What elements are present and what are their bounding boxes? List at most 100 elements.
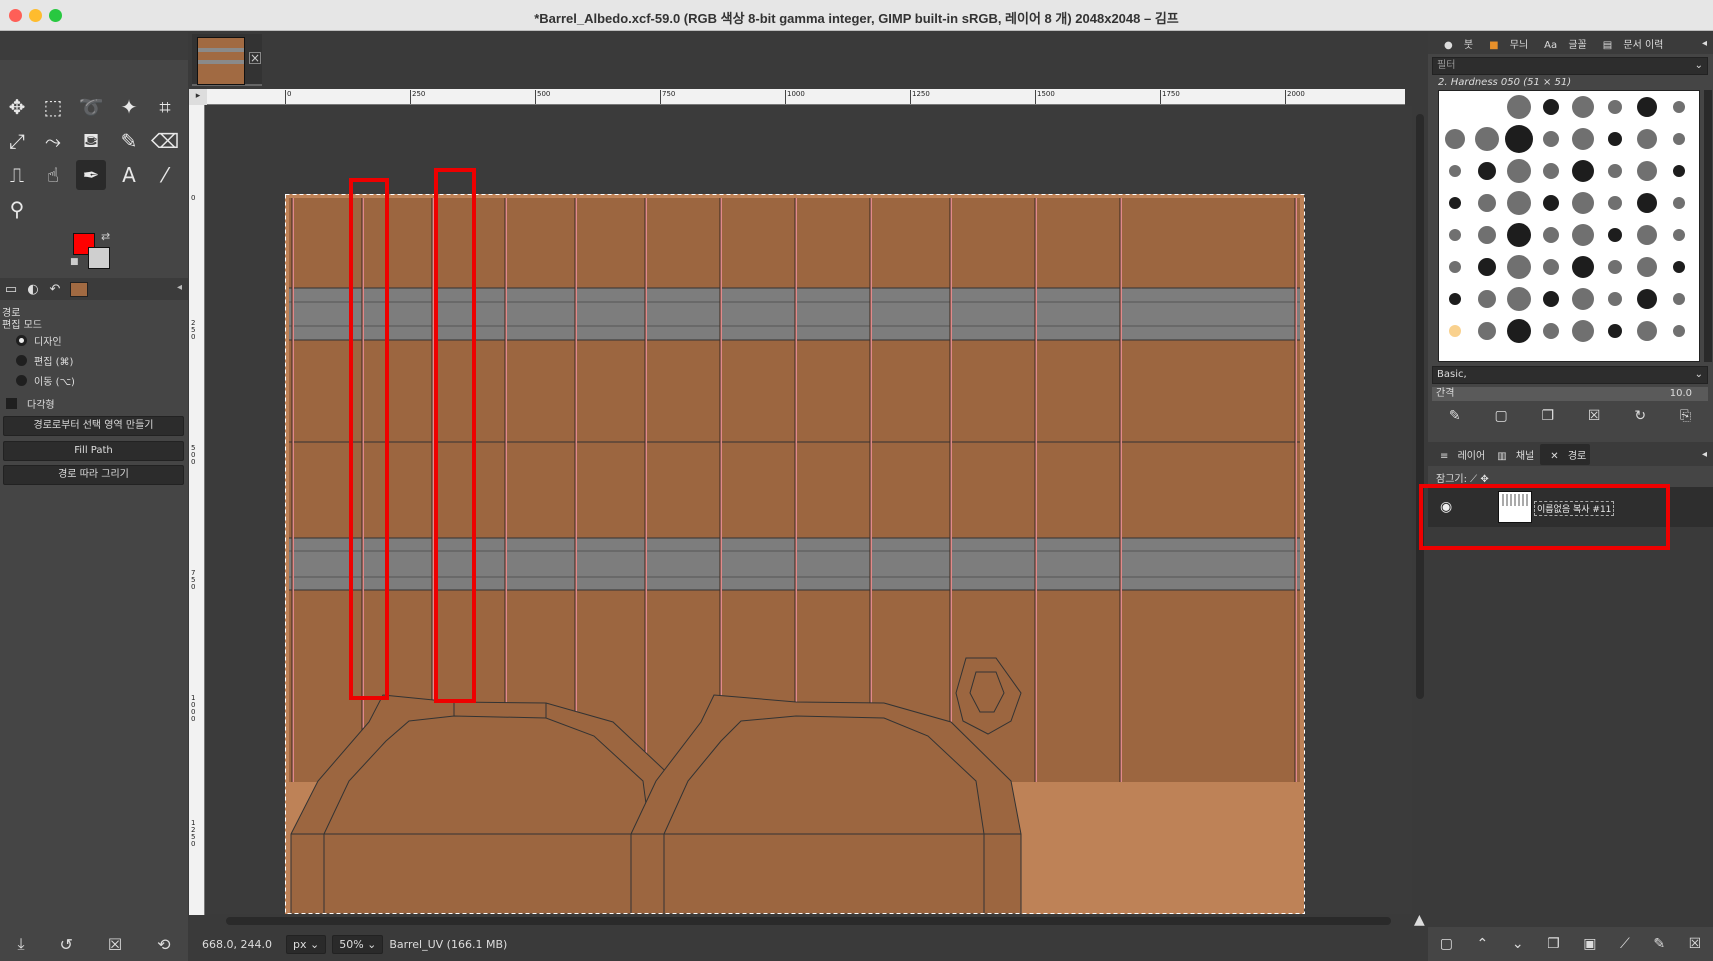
swap-colors-icon[interactable]: ⇄: [101, 230, 110, 243]
spacing-value: 10.0: [1669, 388, 1692, 399]
quick-mask-toggle[interactable]: ▸: [189, 89, 207, 105]
restore-options-icon[interactable]: ↺: [59, 935, 72, 954]
paintbrush-icon[interactable]: ✎: [114, 126, 144, 156]
save-options-icon[interactable]: ⤓: [17, 934, 24, 954]
brush-thumbnail: [1505, 125, 1533, 153]
vertical-scroll-thumb[interactable]: [1416, 114, 1424, 699]
open-brush-icon[interactable]: ⎘: [1680, 408, 1691, 424]
horizontal-scroll-thumb[interactable]: [226, 917, 1391, 925]
spacing-label: 간격: [1436, 388, 1455, 399]
rect-select-icon[interactable]: ⬚: [38, 92, 68, 122]
horizontal-scrollbar[interactable]: [206, 914, 1414, 928]
spacing-slider[interactable]: 간격 10.0: [1432, 387, 1708, 401]
tool-options-tab-icon[interactable]: ▭: [0, 282, 22, 297]
mode-design-radio[interactable]: 디자인: [16, 333, 62, 348]
raise-path-icon[interactable]: ⌃: [1477, 936, 1489, 952]
undo-history-tab-icon[interactable]: ↶: [44, 282, 66, 297]
brush-thumbnail: [1543, 99, 1559, 115]
brush-thumbnail: [1543, 227, 1559, 243]
delete-path-icon[interactable]: ☒: [1689, 936, 1702, 952]
dock-menu-icon[interactable]: ◂: [177, 282, 182, 293]
transform-icon[interactable]: ⤢: [2, 126, 32, 156]
duplicate-path-icon[interactable]: ❐: [1547, 936, 1560, 952]
fuzzy-select-icon[interactable]: ✦: [114, 92, 144, 122]
new-brush-icon[interactable]: ▢: [1494, 408, 1507, 424]
brush-thumbnail: [1449, 229, 1461, 241]
stroke-path-button[interactable]: 경로 따라 그리기: [3, 465, 184, 485]
brush-grid-scrollbar[interactable]: [1704, 90, 1712, 362]
gimp-logo-strip: [0, 32, 188, 60]
reset-options-icon[interactable]: ⟲: [157, 935, 170, 954]
polygonal-checkbox[interactable]: 다각형: [6, 396, 55, 411]
vertical-ruler[interactable]: 0 250 500 750 1000 1250: [189, 105, 205, 915]
brush-tag-value: Basic,: [1437, 369, 1467, 380]
zoom-select[interactable]: 50% ⌄: [332, 935, 384, 954]
chevron-down-icon: ⌄: [1694, 60, 1703, 71]
tab-brushes-label: 붓: [1463, 39, 1474, 51]
selection-from-path-button[interactable]: 경로로부터 선택 영역 만들기: [3, 416, 184, 436]
brush-filter-input[interactable]: 필터 ⌄: [1432, 57, 1708, 75]
edit-brush-icon[interactable]: ✎: [1449, 408, 1461, 424]
duplicate-brush-icon[interactable]: ❐: [1542, 408, 1555, 424]
smudge-icon[interactable]: ☝: [38, 160, 68, 190]
brush-actions: ✎ ▢ ❐ ☒ ↻ ⎘: [1432, 404, 1708, 428]
delete-brush-icon[interactable]: ☒: [1588, 408, 1601, 424]
image-tab[interactable]: ×: [192, 34, 262, 86]
tab-channels[interactable]: ▥ 채널: [1491, 447, 1534, 462]
color-picker-icon[interactable]: ⁄: [150, 160, 180, 190]
ruler-tick: [1160, 90, 1161, 104]
device-status-tab-icon[interactable]: ◐: [22, 282, 44, 297]
brush-thumbnail: [1445, 129, 1465, 149]
ruler-label: 750: [191, 569, 196, 591]
background-color-swatch[interactable]: [88, 247, 110, 269]
crop-icon[interactable]: ⌗: [150, 92, 180, 122]
paths-icon: ✕: [1550, 450, 1559, 462]
path-actions: ▢ ⌃ ⌄ ❐ ▣ ⟋ ✎ ☒: [1428, 927, 1713, 961]
warp-icon[interactable]: ⤳: [38, 126, 68, 156]
tab-brushes[interactable]: ● 붓: [1436, 36, 1473, 51]
new-path-icon[interactable]: ▢: [1440, 936, 1453, 952]
dock-menu-icon[interactable]: ◂: [1702, 38, 1707, 49]
images-tab-thumbnail[interactable]: [70, 281, 88, 297]
ruler-tick: [910, 90, 911, 104]
move-tool-icon[interactable]: ✥: [2, 92, 32, 122]
paths-tool-icon[interactable]: ✒: [76, 160, 106, 190]
tab-fonts[interactable]: Aa 글꼴: [1536, 36, 1587, 51]
layers-dock-tabs: ≡ 레이어 ▥ 채널 ✕ 경로 ◂: [1428, 442, 1713, 466]
brush-thumbnail: [1572, 160, 1594, 182]
reset-colors-icon[interactable]: ■: [70, 257, 79, 267]
stroke-path-icon[interactable]: ✎: [1653, 936, 1665, 952]
lasso-icon[interactable]: ➰: [76, 92, 106, 122]
brush-grid[interactable]: [1438, 90, 1700, 362]
lower-path-icon[interactable]: ⌄: [1512, 936, 1524, 952]
tab-paths-label: 경로: [1567, 450, 1587, 462]
fill-path-button[interactable]: Fill Path: [3, 441, 184, 461]
path-to-selection-icon[interactable]: ▣: [1583, 936, 1596, 952]
unit-select[interactable]: px ⌄: [285, 935, 327, 954]
mode-edit-radio[interactable]: 편집 (⌘): [16, 353, 73, 368]
ruler-tick: [535, 90, 536, 104]
brush-thumbnail: [1673, 165, 1685, 177]
clone-icon[interactable]: ⎍: [2, 160, 32, 190]
tab-document-history[interactable]: ▤ 문서 이력: [1595, 36, 1664, 51]
close-image-icon[interactable]: ×: [249, 52, 261, 64]
navigate-icon[interactable]: ▲: [1414, 912, 1425, 928]
tab-patterns[interactable]: ■ 무늬: [1481, 36, 1528, 51]
zoom-icon[interactable]: ⚲: [2, 194, 32, 224]
tab-paths[interactable]: ✕ 경로: [1540, 443, 1591, 465]
delete-options-icon[interactable]: ☒: [108, 935, 122, 954]
text-tool-icon[interactable]: A: [114, 160, 144, 190]
selection-to-path-icon[interactable]: ⟋: [1620, 936, 1630, 952]
brush-thumbnail: [1478, 194, 1496, 212]
eraser-icon[interactable]: ⌫: [150, 126, 180, 156]
horizontal-ruler[interactable]: 0 250 500 750 1000 1250 1500 1750 2000: [207, 89, 1405, 105]
brush-tag-select[interactable]: Basic, ⌄: [1432, 366, 1708, 384]
dock-menu-icon[interactable]: ◂: [1702, 449, 1707, 460]
bucket-fill-icon[interactable]: ⛾: [76, 126, 106, 156]
ruler-tick: [1285, 90, 1286, 104]
mode-move-radio[interactable]: 이동 (⌥): [16, 373, 75, 388]
refresh-brushes-icon[interactable]: ↻: [1634, 408, 1646, 424]
window-titlebar: *Barrel_Albedo.xcf-59.0 (RGB 색상 8-bit ga…: [0, 0, 1713, 31]
mode-edit-label: 편집 (⌘): [34, 357, 74, 368]
tab-layers[interactable]: ≡ 레이어: [1434, 447, 1485, 462]
